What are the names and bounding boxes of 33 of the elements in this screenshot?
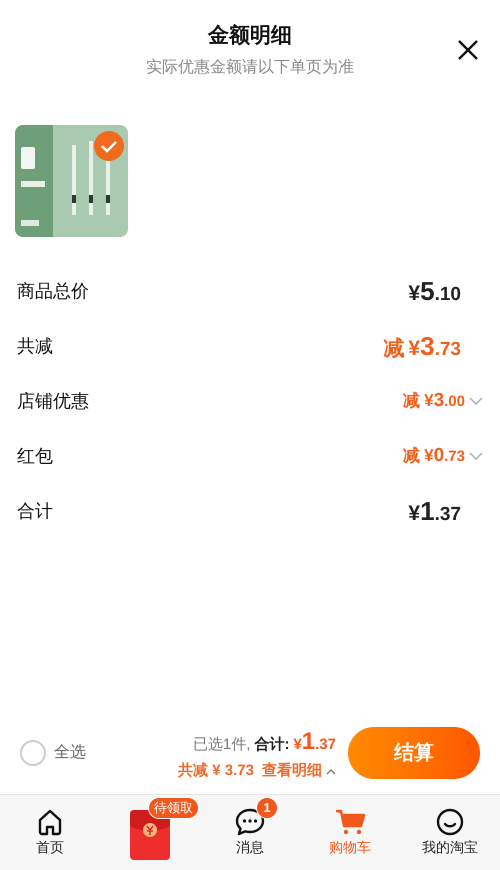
total-price: ¥1.37 [293,726,336,757]
tab-item[interactable]: 首页 [0,795,100,870]
chat-bubble-icon [234,807,266,837]
row-label: 红包 [17,445,53,468]
check-icon[interactable] [94,130,124,160]
chevron-down-icon[interactable] [469,397,483,406]
total-label: 合计: [254,734,290,755]
chevron-down-icon[interactable] [469,452,483,461]
badge: 待领取 [148,797,199,819]
chevron-up-icon [326,768,336,774]
price-value: ¥5.10 [408,275,461,308]
tab-item[interactable]: 我的淘宝 [400,795,500,870]
price-value: 减 ¥3.73 [383,330,461,363]
sheet-subtitle: 实际优惠金额请以下单页为准 [146,58,354,78]
price-value: 减 ¥0.73 [403,444,465,468]
cart-icon [334,807,366,837]
select-all-checkbox[interactable]: 全选 [20,740,86,766]
row-label: 共减 [17,335,53,358]
smiley-icon [435,807,465,837]
tab-item[interactable]: 购物车 [300,795,400,870]
price-value: 减 ¥3.00 [403,389,465,414]
badge: 1 [256,797,278,819]
sheet-title: 金额明细 [208,22,292,49]
tab-item[interactable]: 消息 1 [200,795,300,870]
saving-amount: 共减 ¥ 3.73 [178,760,254,781]
tab-item[interactable]: 待领取 [100,795,200,870]
close-button[interactable] [456,38,480,62]
row-label: 合计 [17,500,53,523]
details-link[interactable]: 查看明细 [262,760,336,782]
selected-count: 已选1件, [192,734,250,755]
row-label: 店铺优惠 [17,390,89,413]
price-value: ¥1.37 [408,495,461,528]
row-label: 商品总价 [17,280,89,303]
